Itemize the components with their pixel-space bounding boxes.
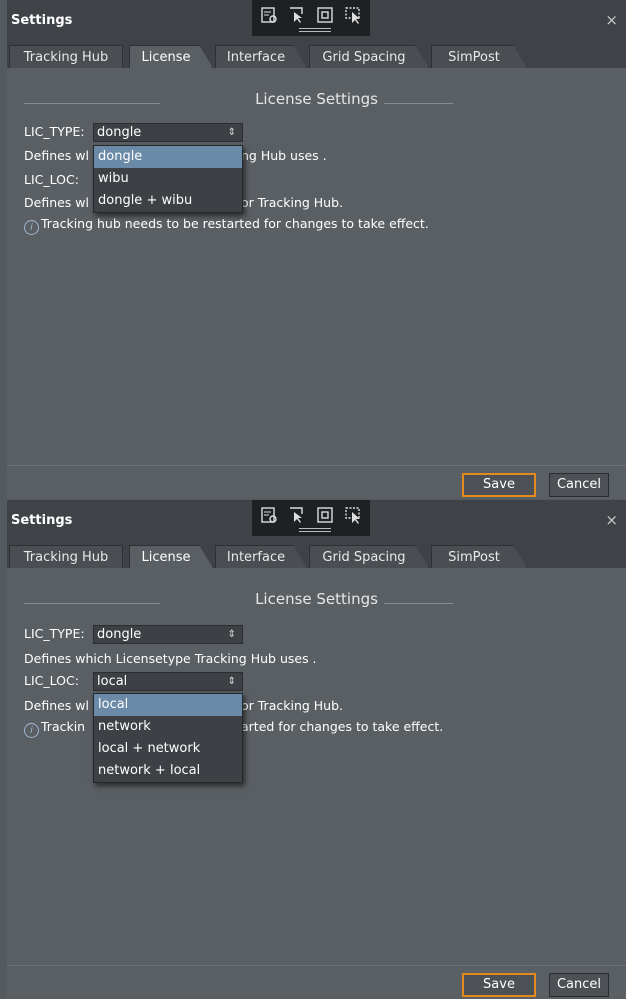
option-network[interactable]: network: [94, 716, 242, 738]
section-header: License Settings: [7, 90, 626, 108]
cancel-button[interactable]: Cancel: [549, 473, 609, 497]
dialog-title: Settings: [11, 13, 73, 28]
footer-divider: [7, 465, 626, 466]
lic-loc-select[interactable]: local ⇕: [93, 672, 243, 691]
tab-interface[interactable]: Interface: [215, 545, 307, 568]
lic-type-description-tail: ng Hub uses .: [241, 148, 327, 163]
settings-list-icon[interactable]: [260, 506, 278, 524]
dialog-title: Settings: [11, 513, 73, 528]
tab-interface[interactable]: Interface: [215, 45, 307, 68]
lic-type-description: Defines which Licensetype Tracking Hub u…: [24, 651, 317, 666]
lic-type-select[interactable]: dongle ⇕: [93, 123, 243, 142]
option-local-network[interactable]: local + network: [94, 738, 242, 760]
select-arrows-icon: ⇕: [227, 629, 236, 640]
option-dongle-wibu[interactable]: dongle + wibu: [94, 190, 242, 212]
settings-dialog-2: Settings × Tracking Hub License Interfac…: [7, 500, 626, 999]
lic-loc-dropdown: local network local + network network + …: [93, 693, 243, 783]
info-icon: i: [24, 723, 39, 738]
restart-notice-text: Tracking hub needs to be restarted for c…: [41, 216, 429, 231]
save-button[interactable]: Save: [462, 473, 536, 497]
restart-notice-text: Trackin: [41, 719, 86, 734]
close-icon[interactable]: ×: [605, 511, 618, 529]
restart-notice-tail: arted for changes to take effect.: [241, 719, 444, 734]
select-arrows-icon: ⇕: [227, 127, 236, 138]
lic-type-value: dongle: [97, 627, 142, 642]
tab-bar: Tracking Hub License Interface Grid Spac…: [7, 42, 626, 68]
tab-simpost[interactable]: SimPost: [431, 545, 527, 568]
toolbar-grip[interactable]: [299, 28, 331, 32]
tab-tracking-hub[interactable]: Tracking Hub: [9, 545, 123, 568]
select-arrow-icon[interactable]: [288, 6, 306, 24]
save-button[interactable]: Save: [462, 973, 536, 997]
lic-loc-description-tail: or Tracking Hub.: [241, 698, 344, 713]
option-local[interactable]: local: [94, 694, 242, 716]
lic-loc-description-tail: or Tracking Hub.: [241, 195, 344, 210]
tab-tracking-hub[interactable]: Tracking Hub: [9, 45, 123, 68]
footer-divider: [7, 965, 626, 966]
option-network-local[interactable]: network + local: [94, 760, 242, 782]
lic-loc-label: LIC_LOC:: [24, 673, 79, 688]
lic-loc-value: local: [97, 674, 128, 689]
cancel-button[interactable]: Cancel: [549, 973, 609, 997]
settings-dialog-1: Settings × Tracking Hub License Interfac…: [7, 0, 626, 499]
tab-license[interactable]: License: [129, 545, 213, 568]
area-select-icon[interactable]: [344, 6, 362, 24]
area-select-icon[interactable]: [344, 506, 362, 524]
select-arrow-icon[interactable]: [288, 506, 306, 524]
frame-icon[interactable]: [316, 506, 334, 524]
lic-loc-label: LIC_LOC:: [24, 172, 79, 187]
option-dongle[interactable]: dongle: [94, 146, 242, 168]
lic-type-label: LIC_TYPE:: [24, 124, 85, 139]
info-icon: i: [24, 220, 39, 235]
tab-simpost[interactable]: SimPost: [431, 45, 527, 68]
tab-license[interactable]: License: [129, 45, 213, 68]
lic-type-dropdown: dongle wibu dongle + wibu: [93, 145, 243, 213]
select-arrows-icon: ⇕: [227, 676, 236, 687]
lic-type-description: Defines wl: [24, 148, 89, 163]
close-icon[interactable]: ×: [605, 11, 618, 29]
lic-type-value: dongle: [97, 125, 142, 140]
settings-list-icon[interactable]: [260, 6, 278, 24]
floating-toolbar: [252, 500, 370, 536]
toolbar-grip[interactable]: [299, 528, 331, 532]
frame-icon[interactable]: [316, 6, 334, 24]
lic-type-select[interactable]: dongle ⇕: [93, 625, 243, 644]
lic-loc-description: Defines wl: [24, 698, 89, 713]
floating-toolbar: [252, 0, 370, 36]
option-wibu[interactable]: wibu: [94, 168, 242, 190]
lic-loc-description: Defines wl: [24, 195, 89, 210]
restart-notice: i Tracking hub needs to be restarted for …: [24, 216, 429, 235]
restart-notice: i Trackin: [24, 719, 85, 738]
tab-grid-spacing[interactable]: Grid Spacing: [309, 45, 429, 68]
tab-grid-spacing[interactable]: Grid Spacing: [309, 545, 429, 568]
lic-type-label: LIC_TYPE:: [24, 626, 85, 641]
section-header: License Settings: [7, 590, 626, 608]
tab-bar: Tracking Hub License Interface Grid Spac…: [7, 542, 626, 568]
